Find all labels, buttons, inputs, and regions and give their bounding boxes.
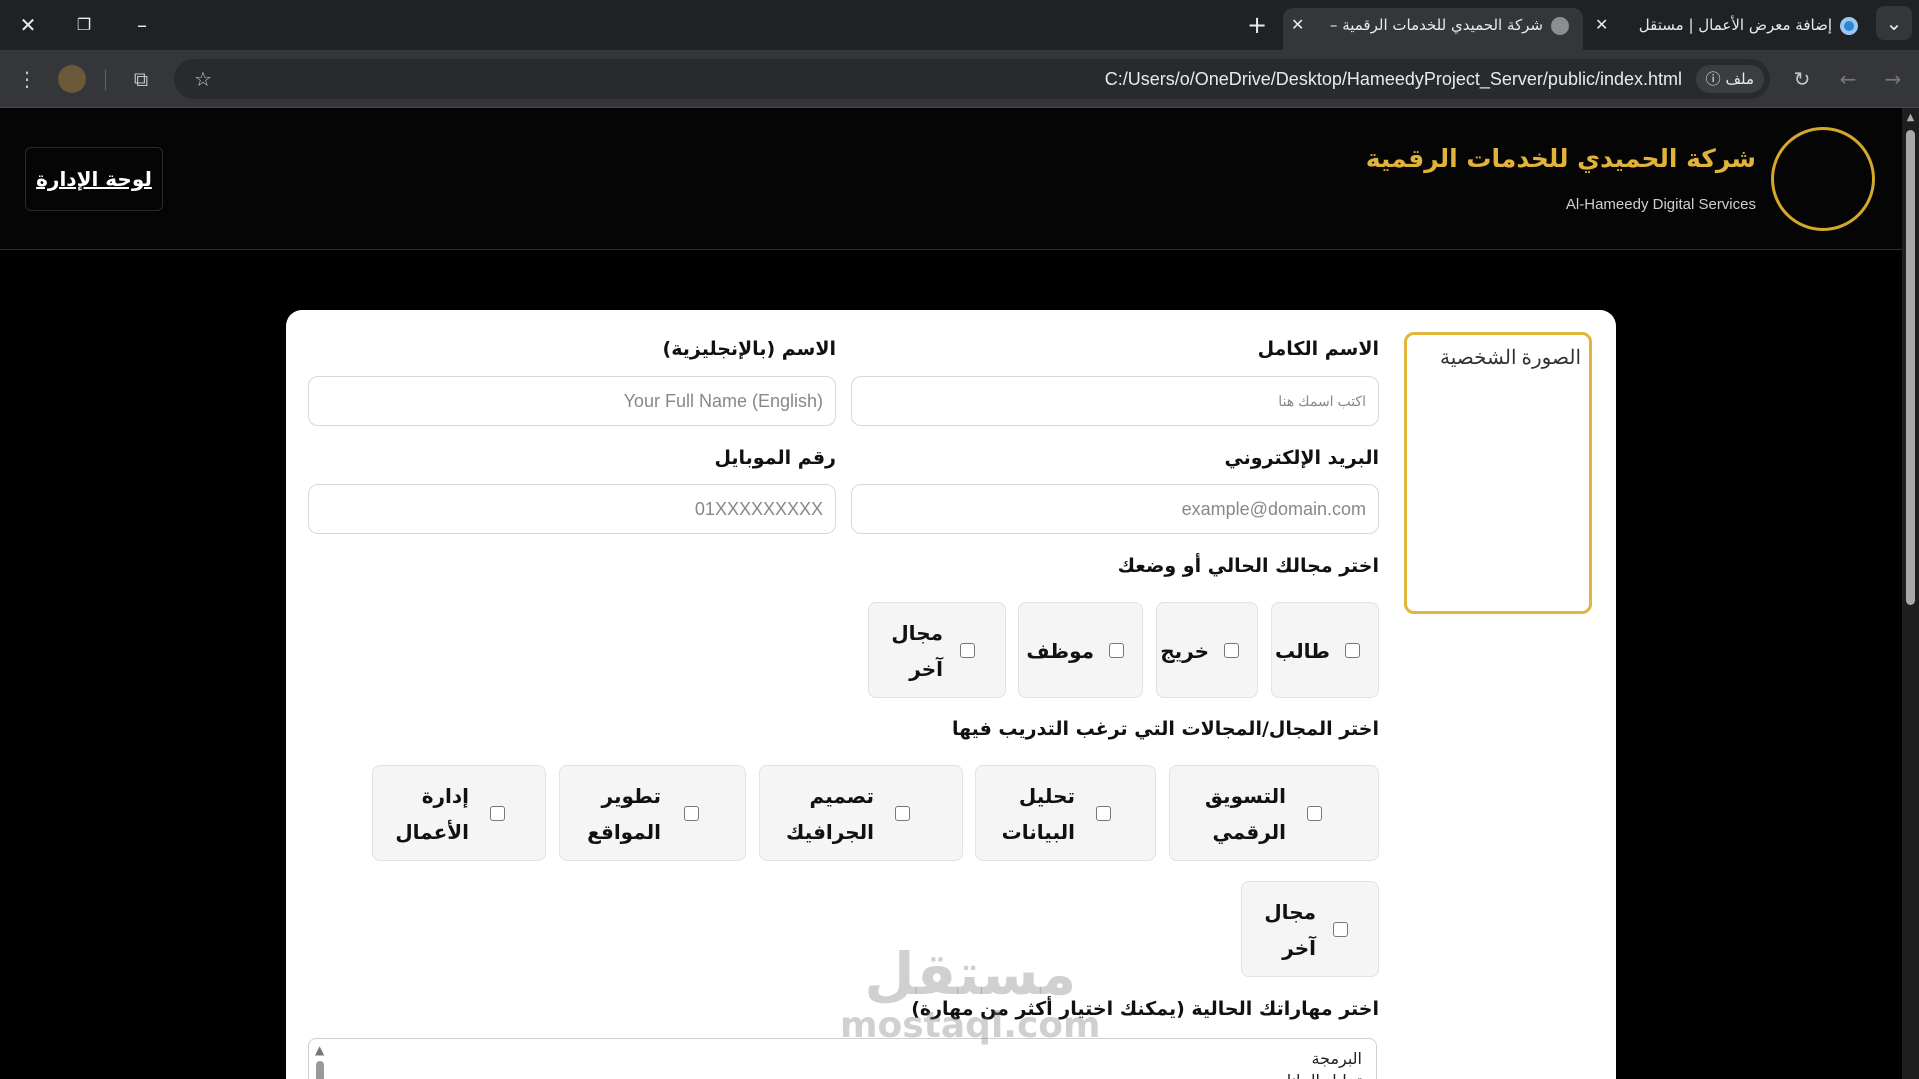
mobile-input[interactable]: 01XXXXXXXXX <box>308 484 836 534</box>
option-label: خريج <box>1160 639 1209 663</box>
company-name-en: Al-Hameedy Digital Services <box>1565 196 1756 213</box>
profile-photo-box[interactable]: الصورة الشخصية <box>1404 332 1592 614</box>
tab-hameedy[interactable]: ✕ شركة الحميدي للخدمات الرقمية – <box>1283 8 1583 50</box>
skills-scrollbar-thumb[interactable] <box>316 1061 324 1079</box>
option-label: التسويق الرقمي <box>1205 784 1286 844</box>
logo-circle <box>1771 127 1875 231</box>
checkbox[interactable] <box>490 806 505 821</box>
checkbox[interactable] <box>684 806 699 821</box>
extensions-icon[interactable]: ⧉ <box>126 64 156 94</box>
watermark-url: mostaql.com <box>840 1005 1101 1046</box>
site-info-chip[interactable]: ملف ⓘ <box>1695 65 1764 93</box>
option-label: موظف <box>1026 639 1094 663</box>
checkbox[interactable] <box>1333 922 1348 937</box>
tab-title: إضافة معرض الأعمال | مستقل <box>1638 16 1832 34</box>
company-name-ar: شركة الحميدي للخدمات الرقمية <box>1365 144 1756 173</box>
full-name-label: الاسم الكامل <box>1257 338 1379 360</box>
training-option-data-analysis[interactable]: تحليل البيانات <box>975 765 1156 861</box>
option-label: طالب <box>1274 639 1330 663</box>
option-label: تحليل البيانات <box>1001 784 1075 844</box>
file-chip-label: ملف <box>1725 70 1754 88</box>
restore-window-icon[interactable]: ❐ <box>64 8 104 42</box>
url-text[interactable]: C:/Users/o/OneDrive/Desktop/HameedyProje… <box>1105 59 1682 99</box>
training-option-digital-marketing[interactable]: التسويق الرقمي <box>1169 765 1379 861</box>
training-option-other[interactable]: مجال آخر <box>1241 881 1379 977</box>
option-label: مجال آخر <box>891 621 943 681</box>
full-name-input[interactable]: اكتب اسمك هنا <box>851 376 1379 426</box>
training-option-business-admin[interactable]: إدارة الأعمال <box>372 765 546 861</box>
checkbox[interactable] <box>1307 806 1322 821</box>
back-arrow-icon[interactable]: ← <box>1833 64 1863 94</box>
info-icon: ⓘ <box>1705 70 1721 88</box>
training-label: اختر المجال/المجالات التي ترغب التدريب ف… <box>951 718 1379 740</box>
page-scrollbar[interactable]: ▲ <box>1902 108 1919 1079</box>
english-name-label: الاسم (بالإنجليزية) <box>662 338 836 360</box>
profile-avatar[interactable] <box>58 65 86 93</box>
checkbox[interactable] <box>1345 643 1360 658</box>
tab-mostaql[interactable]: ✕ إضافة معرض الأعمال | مستقل <box>1587 8 1872 50</box>
training-option-web-development[interactable]: تطوير المواقع <box>559 765 746 861</box>
skill-option[interactable]: تحليل البيانات <box>1272 1071 1362 1079</box>
browser-tab-bar: ✕ ❐ – + ✕ شركة الحميدي للخدمات الرقمية –… <box>0 0 1919 50</box>
reload-icon[interactable]: ↻ <box>1787 64 1817 94</box>
status-option-graduate[interactable]: خريج <box>1156 602 1258 698</box>
option-label: مجال آخر <box>1264 900 1316 960</box>
email-input[interactable]: example@domain.com <box>851 484 1379 534</box>
checkbox[interactable] <box>1109 643 1124 658</box>
toolbar-divider <box>105 70 106 90</box>
minimize-window-icon[interactable]: – <box>122 8 162 42</box>
status-option-employee[interactable]: موظف <box>1018 602 1143 698</box>
photo-alt-text: الصورة الشخصية <box>1440 347 1581 369</box>
status-option-other[interactable]: مجال آخر <box>868 602 1006 698</box>
checkbox[interactable] <box>1224 643 1239 658</box>
scroll-up-icon[interactable]: ▲ <box>1904 112 1917 125</box>
bookmark-star-icon[interactable]: ☆ <box>188 64 218 94</box>
status-option-student[interactable]: طالب <box>1271 602 1379 698</box>
tab-title: شركة الحميدي للخدمات الرقمية – <box>1329 16 1543 34</box>
globe-icon <box>1551 16 1569 35</box>
option-label: تطوير المواقع <box>587 784 661 844</box>
email-label: البريد الإلكتروني <box>1224 447 1379 469</box>
mostaql-watermark: مستقل mostaql.com <box>840 945 1101 1052</box>
option-label: إدارة الأعمال <box>395 784 469 844</box>
site-header: شركة الحميدي للخدمات الرقمية Al-Hameedy … <box>0 108 1902 250</box>
checkbox[interactable] <box>895 806 910 821</box>
browser-toolbar: ⋮ ⧉ ☆ C:/Users/o/OneDrive/Desktop/Hameed… <box>0 50 1919 108</box>
tab-close-icon[interactable]: ✕ <box>1291 8 1304 42</box>
menu-dots-icon[interactable]: ⋮ <box>12 64 42 94</box>
admin-dashboard-link[interactable]: لوحة الإدارة <box>25 147 163 211</box>
mobile-label: رقم الموبايل <box>714 447 836 469</box>
forward-arrow-icon[interactable]: → <box>1878 64 1908 94</box>
page-viewport: شركة الحميدي للخدمات الرقمية Al-Hameedy … <box>0 108 1902 1079</box>
checkbox[interactable] <box>960 643 975 658</box>
tab-close-icon[interactable]: ✕ <box>1595 8 1608 42</box>
option-label: تصميم الجرافيك <box>786 784 874 844</box>
mostaql-favicon-icon <box>1840 16 1858 35</box>
scroll-up-icon[interactable]: ▲ <box>315 1043 324 1057</box>
new-tab-icon[interactable]: + <box>1237 8 1277 42</box>
checkbox[interactable] <box>1096 806 1111 821</box>
watermark-logo-text: مستقل <box>864 940 1077 1008</box>
status-label: اختر مجالك الحالي أو وضعك <box>1117 555 1379 577</box>
close-window-icon[interactable]: ✕ <box>8 8 48 42</box>
tab-search-icon[interactable]: ⌄ <box>1876 6 1912 40</box>
skill-option[interactable]: البرمجة <box>1312 1049 1362 1068</box>
english-name-input[interactable]: Your Full Name (English) <box>308 376 836 426</box>
page-scrollbar-thumb[interactable] <box>1906 130 1915 605</box>
address-bar[interactable]: ☆ C:/Users/o/OneDrive/Desktop/HameedyPro… <box>174 59 1770 99</box>
training-option-graphic-design[interactable]: تصميم الجرافيك <box>759 765 963 861</box>
